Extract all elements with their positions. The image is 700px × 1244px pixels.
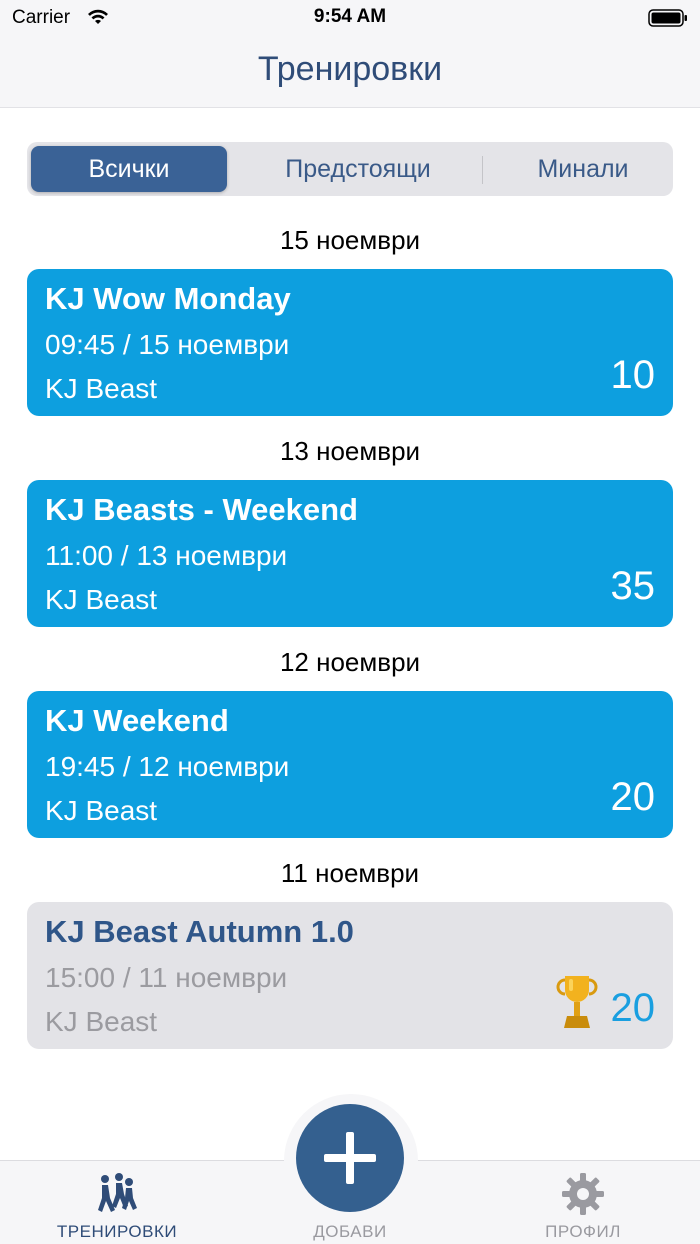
workout-card[interactable]: KJ Beast Autumn 1.0 15:00 / 11 ноември K… <box>27 902 673 1049</box>
status-time: 9:54 AM <box>313 6 387 27</box>
workout-title: KJ Beast Autumn 1.0 <box>45 914 354 949</box>
tab-profile-label: ПРОФИЛ <box>545 1222 621 1241</box>
page-title: Тренировки <box>257 50 443 88</box>
workout-title: KJ Weekend <box>45 703 229 738</box>
filter-segmented-control: Всички Предстоящи Минали <box>27 142 673 196</box>
workout-card[interactable]: KJ Weekend 19:45 / 12 ноември KJ Beast 2… <box>27 691 673 838</box>
workout-time: 19:45 / 12 ноември <box>45 751 290 782</box>
segment-all[interactable]: Всички <box>31 146 227 192</box>
workout-club: KJ Beast <box>45 373 158 404</box>
date-header: 12 ноември <box>279 647 421 677</box>
workout-title: KJ Beasts - Weekend <box>45 492 358 527</box>
segment-upcoming[interactable]: Предстоящи <box>241 146 475 192</box>
date-header: 15 ноември <box>279 225 421 255</box>
tab-workouts[interactable]: ТРЕНИРОВКИ <box>0 1160 234 1244</box>
segment-divider <box>482 156 483 184</box>
workout-card[interactable]: KJ Beasts - Weekend 11:00 / 13 ноември K… <box>27 480 673 627</box>
tab-workouts-label: ТРЕНИРОВКИ <box>56 1222 178 1241</box>
workout-title: KJ Wow Monday <box>45 281 291 316</box>
workout-club: KJ Beast <box>45 795 158 826</box>
workout-card[interactable]: KJ Wow Monday 09:45 / 15 ноември KJ Beas… <box>27 269 673 416</box>
nav-bar: Тренировки <box>0 36 700 108</box>
participant-count: 20 <box>610 775 656 819</box>
tab-add[interactable]: ДОБАВИ <box>260 1160 440 1244</box>
status-bar: Carrier 9:54 AM <box>0 0 700 36</box>
workout-time: 11:00 / 13 ноември <box>45 540 288 571</box>
date-header: 11 ноември <box>280 858 420 888</box>
tab-add-label: ДОБАВИ <box>313 1222 387 1241</box>
battery-icon <box>648 9 687 27</box>
tab-profile[interactable]: ПРОФИЛ <box>466 1160 700 1244</box>
workout-club: KJ Beast <box>45 1006 158 1037</box>
people-icon <box>98 1173 137 1212</box>
participant-count: 10 <box>610 353 656 397</box>
trophy-icon <box>556 976 598 1028</box>
gear-icon <box>562 1173 604 1215</box>
workout-time: 09:45 / 15 ноември <box>45 329 290 360</box>
participant-count: 20 <box>610 986 656 1030</box>
segment-past[interactable]: Минали <box>497 146 669 192</box>
participant-count: 35 <box>610 564 656 608</box>
workout-club: KJ Beast <box>45 584 158 615</box>
date-header: 13 ноември <box>279 436 421 466</box>
workout-time: 15:00 / 11 ноември <box>45 962 288 993</box>
